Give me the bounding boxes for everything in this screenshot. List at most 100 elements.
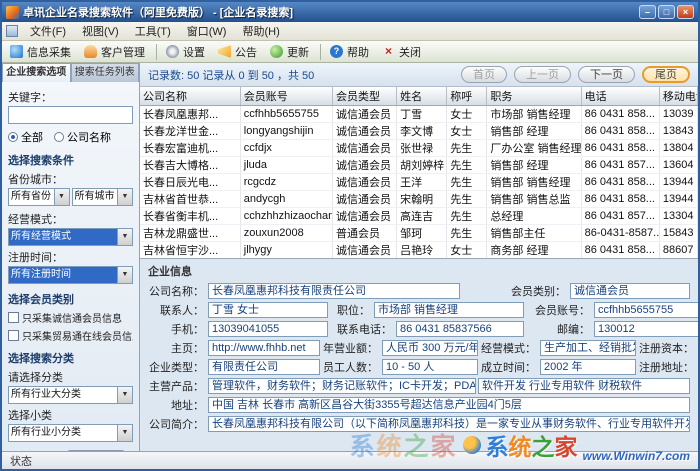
category-small-select[interactable]: 所有行业小分类 xyxy=(8,424,133,442)
address-field[interactable]: 中国 吉林 长春市 高新区昌谷大街3355号超达信息产业园4门5层 xyxy=(208,397,690,413)
intro-field[interactable]: 长春凤凰惠邦科技有限公司（以下简称凤凰惠邦科技）是一家专业从事财务软件、行业专用… xyxy=(208,416,690,432)
mode-field[interactable]: 生产加工、经销批发 xyxy=(540,340,636,356)
refresh-icon xyxy=(270,45,283,58)
table-row[interactable]: 长春宏富迪机...ccfdjx诚信通会员张世禄先生厂办公室 销售经理86 043… xyxy=(140,139,698,156)
homepage-field[interactable]: http://www.fhhb.net xyxy=(208,340,320,356)
toolbar-customer-button[interactable]: 客户管理 xyxy=(79,41,152,63)
zip-label: 邮编： xyxy=(528,321,592,337)
chevron-down-icon xyxy=(117,387,132,403)
table-cell: andycgh xyxy=(240,190,332,207)
business-mode-select[interactable]: 所有经营模式 xyxy=(8,228,133,246)
contact-field[interactable]: 丁雪 女士 xyxy=(208,302,328,318)
table-cell: 女士 xyxy=(447,241,487,258)
toolbar-close-button[interactable]: 关闭 xyxy=(377,41,428,63)
menu-view[interactable]: 视图(V) xyxy=(74,21,127,41)
col-salutation[interactable]: 称呼 xyxy=(447,87,487,105)
table-cell: 宋翰明 xyxy=(397,190,447,207)
menu-tools[interactable]: 工具(T) xyxy=(127,21,179,41)
detail-row: 主营产品： 管理软件，财务软件；财务记账软件；IC卡开发；PDA开发；智能卡设备… xyxy=(148,378,690,394)
company-name-label: 公司名称： xyxy=(148,283,206,299)
company-name-field[interactable]: 长春凤凰惠邦科技有限责任公司 xyxy=(208,283,460,299)
maximize-button[interactable] xyxy=(658,5,675,19)
toolbar-notice-button[interactable]: 公告 xyxy=(213,41,264,63)
minimize-button[interactable] xyxy=(639,5,656,19)
keyword-label: 关键字： xyxy=(8,89,133,105)
menu-help[interactable]: 帮助(H) xyxy=(234,21,287,41)
table-cell: 吉林省恒宇沙... xyxy=(140,241,240,258)
col-mobile[interactable]: 移动电话 xyxy=(659,87,697,105)
last-page-button[interactable]: 尾页 xyxy=(642,66,690,83)
province-select[interactable]: 所有省份 xyxy=(8,188,70,206)
toolbar-help-button[interactable]: 帮助 xyxy=(325,41,376,63)
col-title[interactable]: 职务 xyxy=(487,87,581,105)
gear-icon xyxy=(166,45,179,58)
radio-company-name[interactable] xyxy=(54,132,64,142)
zip-field[interactable]: 130012 xyxy=(594,321,698,337)
account-field[interactable]: ccfhhb5655755 xyxy=(594,302,698,318)
toolbar-label: 信息采集 xyxy=(27,44,71,60)
first-page-button[interactable]: 首页 xyxy=(461,66,507,83)
table-cell: 王洋 xyxy=(397,173,447,190)
address-label: 地址： xyxy=(148,397,206,413)
table-row[interactable]: 长春日辰光电...rcgcdz诚信通会员王洋先生销售部 销售经理86 0431 … xyxy=(140,173,698,190)
menu-window[interactable]: 窗口(W) xyxy=(179,21,235,41)
table-row[interactable]: 长春省衡丰机...cchzhhzhizaochang诚信通会员高连吉先生总经理8… xyxy=(140,207,698,224)
col-member-type[interactable]: 会员类型 xyxy=(333,87,397,105)
close-x-icon xyxy=(382,45,395,58)
mobile-field[interactable]: 13039041055 xyxy=(208,321,328,337)
next-page-button[interactable]: 下一页 xyxy=(578,66,635,83)
tab-task-list[interactable]: 搜索任务列表 xyxy=(71,63,140,82)
results-table-container[interactable]: 公司名称 会员账号 会员类型 姓名 称呼 职务 电话 移动电话 长春凤凰惠邦..… xyxy=(140,87,698,259)
category-big-select[interactable]: 所有行业大分类 xyxy=(8,386,133,404)
table-row[interactable]: 长春龙洋世金...longyangshijin诚信通会员李文博女士销售部 经理8… xyxy=(140,122,698,139)
table-row[interactable]: 吉林省恒宇沙...jlhygy诚信通会员吕艳玲女士商务部 经理86 0431 8… xyxy=(140,241,698,258)
city-select[interactable]: 所有城市 xyxy=(72,188,134,206)
toolbar-settings-button[interactable]: 设置 xyxy=(161,41,212,63)
results-table-body: 长春凤凰惠邦...ccfhhb5655755诚信通会员丁雪女士市场部 销售经理8… xyxy=(140,105,698,258)
table-cell: 销售部 经理 xyxy=(487,156,581,173)
employees-label: 员工人数： xyxy=(322,359,380,375)
pagination: 首页 上一页 下一页 尾页 xyxy=(461,66,690,83)
col-company-name[interactable]: 公司名称 xyxy=(140,87,240,105)
col-member-account[interactable]: 会员账号 xyxy=(240,87,332,105)
col-name[interactable]: 姓名 xyxy=(397,87,447,105)
company-type-field[interactable]: 有限责任公司 xyxy=(208,359,320,375)
col-phone[interactable]: 电话 xyxy=(581,87,659,105)
prev-page-button[interactable]: 上一页 xyxy=(514,66,571,83)
contact-label: 联系人： xyxy=(148,302,206,318)
table-row[interactable]: 长春吉大博格...jluda诚信通会员胡刘婷梓先生销售部 经理86 0431 8… xyxy=(140,156,698,173)
province-city-row: 所有省份 所有城市 xyxy=(8,188,133,208)
table-cell: 长春日辰光电... xyxy=(140,173,240,190)
member-type-field[interactable]: 诚信通会员 xyxy=(570,283,690,299)
maoyitong-checkbox[interactable] xyxy=(8,330,19,341)
chengxintong-checkbox[interactable] xyxy=(8,312,19,323)
table-row[interactable]: 吉林龙鼎盛世...zouxun2008普通会员邹珂先生销售部主任86-0431-… xyxy=(140,224,698,241)
toolbar-update-button[interactable]: 更新 xyxy=(265,41,316,63)
products-field[interactable]: 管理软件，财务软件；财务记账软件；IC卡开发；PDA开发；智能卡设备； xyxy=(208,378,476,394)
table-cell: 86 0431 857... xyxy=(581,156,659,173)
member-type-label: 会员类别： xyxy=(504,283,568,299)
founded-field[interactable]: 2002 年 xyxy=(540,359,636,375)
member-checkbox-row-1: 只采集诚信通会员信息 xyxy=(8,310,133,325)
keyword-input[interactable] xyxy=(8,106,133,124)
close-button[interactable] xyxy=(677,5,694,19)
table-cell: 丁雪 xyxy=(397,105,447,122)
table-row[interactable]: 吉林省首世恭...andycgh诚信通会员宋翰明先生销售部 销售总监86 043… xyxy=(140,190,698,207)
province-city-label: 省份城市： xyxy=(8,171,133,187)
phone-field[interactable]: 86 0431 85837566 xyxy=(396,321,524,337)
table-cell: 销售部 销售经理 xyxy=(487,173,581,190)
chevron-down-icon xyxy=(117,267,132,283)
position-field[interactable]: 市场部 销售经理 xyxy=(374,302,524,318)
revenue-field[interactable]: 人民币 300 万元/年 xyxy=(382,340,478,356)
tab-search-options[interactable]: 企业搜索选项 xyxy=(2,63,71,82)
radio-all[interactable] xyxy=(8,132,18,142)
table-cell: 86 0431 858... xyxy=(581,139,659,156)
chevron-down-icon xyxy=(117,425,132,441)
employees-field[interactable]: 10 - 50 人 xyxy=(382,359,478,375)
products-field-2[interactable]: 软件开发 行业专用软件 财税软件 xyxy=(478,378,690,394)
reg-time-select[interactable]: 所有注册时间 xyxy=(8,266,133,284)
toolbar-info-collect-button[interactable]: 信息采集 xyxy=(5,41,78,63)
table-row[interactable]: 长春凤凰惠邦...ccfhhb5655755诚信通会员丁雪女士市场部 销售经理8… xyxy=(140,105,698,122)
founded-label: 成立时间： xyxy=(480,359,538,375)
menu-file[interactable]: 文件(F) xyxy=(22,21,74,41)
